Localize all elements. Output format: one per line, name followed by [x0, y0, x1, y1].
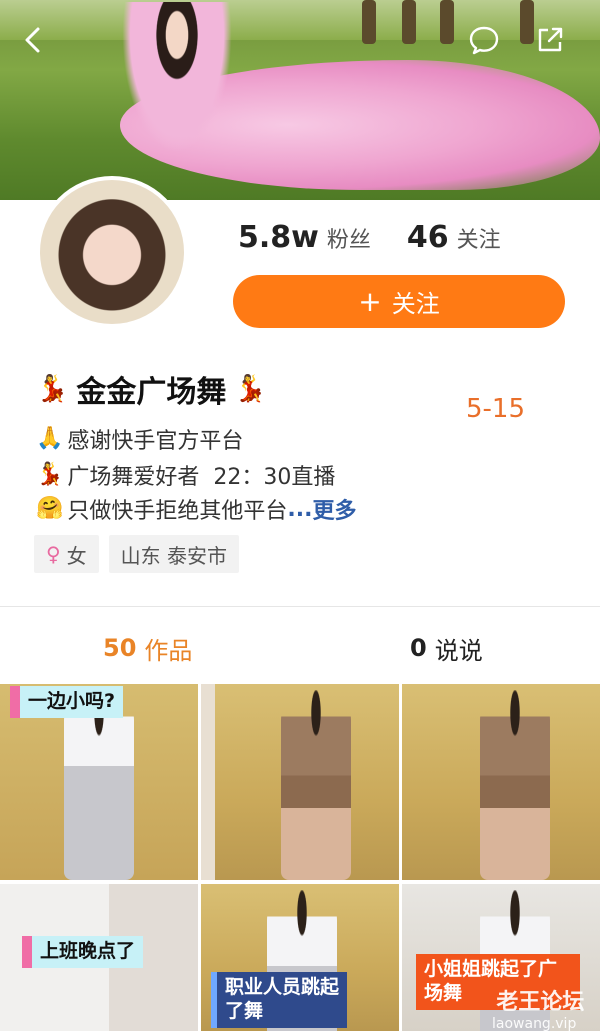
- tab-moments[interactable]: 0 说说: [410, 618, 483, 678]
- following-count[interactable]: 46: [407, 220, 449, 255]
- avatar-photo: [40, 180, 184, 324]
- cover-background-trees: [0, 0, 600, 40]
- work-caption: 一边小吗?: [10, 686, 124, 718]
- tab-works[interactable]: 50 作品: [103, 618, 192, 678]
- dancer-emoji-icon: 💃: [234, 374, 267, 404]
- dancer-figure: [64, 690, 134, 880]
- chevron-left-icon: [25, 27, 40, 53]
- bio-line: 🙏 感谢快手官方平台: [36, 422, 243, 456]
- dancer-figure: [480, 690, 550, 880]
- moments-count: 0: [410, 634, 427, 662]
- hugging-face-icon: 🤗: [36, 496, 64, 521]
- dancer-emoji-icon: 💃: [36, 462, 64, 487]
- bio-text: 广场舞爱好者 22：30直播: [67, 465, 336, 490]
- gender-label: 女: [66, 543, 87, 568]
- speech-bubble-icon: [469, 26, 499, 55]
- cover-person: [122, 2, 232, 152]
- date-tag: 5-15: [466, 394, 526, 424]
- section-divider: [0, 606, 600, 607]
- comment-button[interactable]: [464, 20, 504, 60]
- gender-tag: ♀ 女: [34, 535, 99, 573]
- works-grid: 一边小吗? 上班晚点了 职业人员跳起了舞 小姐姐跳起了广场舞: [0, 684, 600, 1031]
- moments-label: 说说: [434, 636, 483, 665]
- watermark-title: 老王论坛: [496, 990, 585, 1015]
- praying-hands-icon: 🙏: [36, 426, 64, 451]
- following-label[interactable]: 关注: [457, 222, 501, 254]
- work-caption: 职业人员跳起了舞: [211, 972, 347, 1028]
- female-icon: ♀: [46, 542, 61, 566]
- tree-trunk: [440, 0, 454, 44]
- content-tabs: 50 作品 0 说说: [0, 618, 600, 678]
- profile-stats: 5.8w 粉丝 46 关注: [238, 220, 501, 260]
- profile-tags: ♀ 女 山东 泰安市: [34, 535, 249, 575]
- site-watermark: 老王论坛 laowang.vip: [492, 984, 584, 1031]
- tree-trunk: [402, 0, 416, 44]
- profile-name: 金金广场舞: [76, 375, 227, 410]
- location-tag: 山东 泰安市: [108, 535, 240, 573]
- share-out-icon: [538, 27, 563, 52]
- work-thumbnail[interactable]: [402, 684, 600, 880]
- bio-text: 只做快手拒绝其他平台: [67, 499, 288, 524]
- works-label: 作品: [144, 636, 193, 665]
- followers-label[interactable]: 粉丝: [327, 222, 371, 254]
- dancer-emoji-icon: 💃: [36, 374, 69, 404]
- work-thumbnail[interactable]: 上班晚点了: [0, 884, 198, 1031]
- profile-name-row: 💃 金金广场舞 💃: [36, 365, 267, 413]
- cover-image: [0, 0, 600, 200]
- back-button[interactable]: [14, 20, 54, 60]
- follow-button-label: 关注: [391, 290, 440, 318]
- dancer-figure: [281, 690, 351, 880]
- bio-ellipsis: ...: [287, 496, 313, 522]
- watermark-url: laowang.vip: [492, 1016, 577, 1031]
- work-caption: 上班晚点了: [22, 936, 144, 968]
- followers-count[interactable]: 5.8w: [238, 220, 319, 255]
- work-thumbnail[interactable]: 一边小吗?: [0, 684, 198, 880]
- works-count: 50: [103, 634, 137, 662]
- work-thumbnail[interactable]: 职业人员跳起了舞: [201, 884, 399, 1031]
- work-thumbnail[interactable]: [201, 684, 399, 880]
- bio-text: 感谢快手官方平台: [67, 429, 244, 454]
- curtain: [201, 684, 215, 880]
- bio-line: 🤗 只做快手拒绝其他平台 ... 更多: [36, 492, 357, 526]
- avatar[interactable]: [36, 176, 188, 328]
- plus-icon: +: [358, 284, 382, 318]
- share-button[interactable]: [530, 20, 570, 60]
- tree-trunk: [362, 0, 376, 44]
- location-label: 山东 泰安市: [120, 543, 228, 568]
- bio-line: 💃 广场舞爱好者 22：30直播: [36, 458, 335, 492]
- follow-button[interactable]: + 关注: [233, 275, 565, 328]
- bio-more-link[interactable]: 更多: [313, 493, 357, 525]
